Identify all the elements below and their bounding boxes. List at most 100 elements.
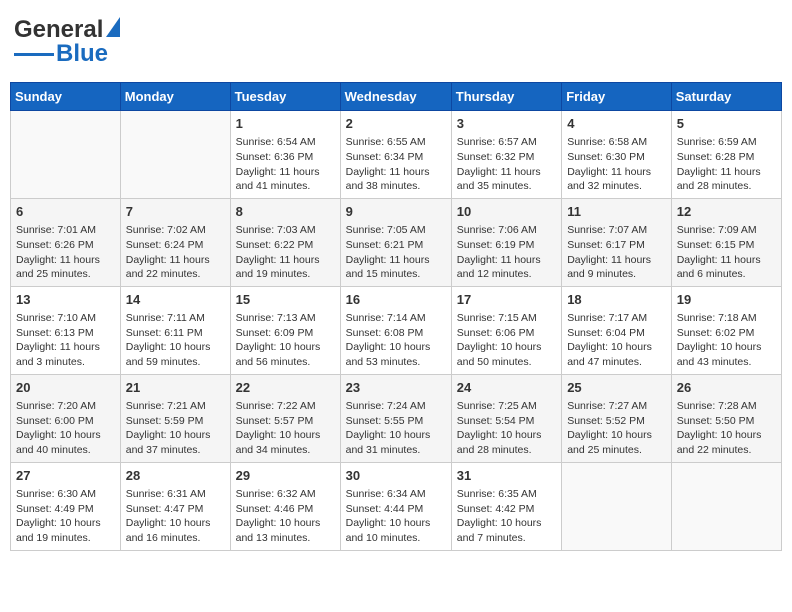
calendar-week-row: 20Sunrise: 7:20 AM Sunset: 6:00 PM Dayli…	[11, 374, 782, 462]
calendar-cell: 24 Sunrise: 7:25 AM Sunset: 5:54 PM Dayli…	[451, 374, 561, 462]
calendar-cell: 11Sunrise: 7:07 AM Sunset: 6:17 PM Dayli…	[562, 198, 672, 286]
calendar-cell: 20Sunrise: 7:20 AM Sunset: 6:00 PM Dayli…	[11, 374, 121, 462]
day-number: 20	[16, 379, 115, 397]
day-number: 15	[236, 291, 335, 309]
day-info: Sunrise: 7:03 AM Sunset: 6:22 PM Dayligh…	[236, 223, 335, 282]
day-info: Sunrise: 7:25 AM Sunset: 5:54 PM Dayligh…	[457, 399, 556, 458]
logo-blue: Blue	[56, 40, 108, 68]
calendar-cell: 8 Sunrise: 7:03 AM Sunset: 6:22 PM Daylig…	[230, 198, 340, 286]
day-number: 6	[16, 203, 115, 221]
calendar-cell	[562, 462, 672, 550]
day-info: Sunrise: 7:05 AM Sunset: 6:21 PM Dayligh…	[346, 223, 446, 282]
day-info: Sunrise: 6:59 AM Sunset: 6:28 PM Dayligh…	[677, 135, 776, 194]
calendar-cell: 16Sunrise: 7:14 AM Sunset: 6:08 PM Dayli…	[340, 286, 451, 374]
day-number: 27	[16, 467, 115, 485]
calendar-cell: 9 Sunrise: 7:05 AM Sunset: 6:21 PM Daylig…	[340, 198, 451, 286]
day-info: Sunrise: 6:30 AM Sunset: 4:49 PM Dayligh…	[16, 487, 115, 546]
calendar-cell: 15 Sunrise: 7:13 AM Sunset: 6:09 PM Dayli…	[230, 286, 340, 374]
calendar-cell: 26 Sunrise: 7:28 AM Sunset: 5:50 PM Dayli…	[671, 374, 781, 462]
day-number: 14	[126, 291, 225, 309]
day-header-wednesday: Wednesday	[340, 83, 451, 111]
calendar-cell: 30 Sunrise: 6:34 AM Sunset: 4:44 PM Dayli…	[340, 462, 451, 550]
calendar-cell: 23 Sunrise: 7:24 AM Sunset: 5:55 PM Dayli…	[340, 374, 451, 462]
page-header: General Blue	[10, 10, 782, 74]
day-header-friday: Friday	[562, 83, 672, 111]
calendar-week-row: 13 Sunrise: 7:10 AM Sunset: 6:13 PM Dayli…	[11, 286, 782, 374]
day-number: 10	[457, 203, 556, 221]
calendar-cell: 10Sunrise: 7:06 AM Sunset: 6:19 PM Dayli…	[451, 198, 561, 286]
day-info: Sunrise: 6:55 AM Sunset: 6:34 PM Dayligh…	[346, 135, 446, 194]
calendar-cell: 3 Sunrise: 6:57 AM Sunset: 6:32 PM Daylig…	[451, 111, 561, 199]
day-number: 5	[677, 115, 776, 133]
day-info: Sunrise: 7:21 AM Sunset: 5:59 PM Dayligh…	[126, 399, 225, 458]
calendar-cell: 14 Sunrise: 7:11 AM Sunset: 6:11 PM Dayli…	[120, 286, 230, 374]
calendar-cell	[120, 111, 230, 199]
day-number: 30	[346, 467, 446, 485]
calendar-cell: 31 Sunrise: 6:35 AM Sunset: 4:42 PM Dayli…	[451, 462, 561, 550]
day-number: 18	[567, 291, 666, 309]
calendar-header-row: SundayMondayTuesdayWednesdayThursdayFrid…	[11, 83, 782, 111]
day-header-monday: Monday	[120, 83, 230, 111]
day-info: Sunrise: 7:18 AM Sunset: 6:02 PM Dayligh…	[677, 311, 776, 370]
day-header-sunday: Sunday	[11, 83, 121, 111]
day-number: 9	[346, 203, 446, 221]
calendar-cell	[11, 111, 121, 199]
day-info: Sunrise: 6:57 AM Sunset: 6:32 PM Dayligh…	[457, 135, 556, 194]
day-number: 2	[346, 115, 446, 133]
day-number: 13	[16, 291, 115, 309]
day-number: 12	[677, 203, 776, 221]
calendar-table: SundayMondayTuesdayWednesdayThursdayFrid…	[10, 82, 782, 551]
calendar-cell: 25 Sunrise: 7:27 AM Sunset: 5:52 PM Dayli…	[562, 374, 672, 462]
calendar-cell: 1 Sunrise: 6:54 AM Sunset: 6:36 PM Daylig…	[230, 111, 340, 199]
day-info: Sunrise: 7:10 AM Sunset: 6:13 PM Dayligh…	[16, 311, 115, 370]
day-number: 26	[677, 379, 776, 397]
day-number: 19	[677, 291, 776, 309]
day-number: 4	[567, 115, 666, 133]
day-number: 7	[126, 203, 225, 221]
calendar-cell: 29Sunrise: 6:32 AM Sunset: 4:46 PM Dayli…	[230, 462, 340, 550]
day-info: Sunrise: 7:27 AM Sunset: 5:52 PM Dayligh…	[567, 399, 666, 458]
day-info: Sunrise: 6:35 AM Sunset: 4:42 PM Dayligh…	[457, 487, 556, 546]
calendar-cell: 6 Sunrise: 7:01 AM Sunset: 6:26 PM Daylig…	[11, 198, 121, 286]
day-info: Sunrise: 7:17 AM Sunset: 6:04 PM Dayligh…	[567, 311, 666, 370]
day-number: 24	[457, 379, 556, 397]
day-number: 3	[457, 115, 556, 133]
day-header-thursday: Thursday	[451, 83, 561, 111]
calendar-cell: 28 Sunrise: 6:31 AM Sunset: 4:47 PM Dayli…	[120, 462, 230, 550]
calendar-week-row: 6 Sunrise: 7:01 AM Sunset: 6:26 PM Daylig…	[11, 198, 782, 286]
calendar-cell: 22 Sunrise: 7:22 AM Sunset: 5:57 PM Dayli…	[230, 374, 340, 462]
day-info: Sunrise: 7:28 AM Sunset: 5:50 PM Dayligh…	[677, 399, 776, 458]
day-info: Sunrise: 7:07 AM Sunset: 6:17 PM Dayligh…	[567, 223, 666, 282]
day-info: Sunrise: 7:14 AM Sunset: 6:08 PM Dayligh…	[346, 311, 446, 370]
day-info: Sunrise: 6:58 AM Sunset: 6:30 PM Dayligh…	[567, 135, 666, 194]
day-info: Sunrise: 7:01 AM Sunset: 6:26 PM Dayligh…	[16, 223, 115, 282]
calendar-cell: 13 Sunrise: 7:10 AM Sunset: 6:13 PM Dayli…	[11, 286, 121, 374]
calendar-cell: 27 Sunrise: 6:30 AM Sunset: 4:49 PM Dayli…	[11, 462, 121, 550]
calendar-week-row: 1 Sunrise: 6:54 AM Sunset: 6:36 PM Daylig…	[11, 111, 782, 199]
day-number: 8	[236, 203, 335, 221]
logo: General Blue	[14, 16, 120, 68]
calendar-cell: 18 Sunrise: 7:17 AM Sunset: 6:04 PM Dayli…	[562, 286, 672, 374]
day-number: 22	[236, 379, 335, 397]
day-info: Sunrise: 7:11 AM Sunset: 6:11 PM Dayligh…	[126, 311, 225, 370]
day-number: 29	[236, 467, 335, 485]
day-info: Sunrise: 6:54 AM Sunset: 6:36 PM Dayligh…	[236, 135, 335, 194]
day-info: Sunrise: 6:34 AM Sunset: 4:44 PM Dayligh…	[346, 487, 446, 546]
calendar-cell: 17Sunrise: 7:15 AM Sunset: 6:06 PM Dayli…	[451, 286, 561, 374]
calendar-week-row: 27 Sunrise: 6:30 AM Sunset: 4:49 PM Dayli…	[11, 462, 782, 550]
calendar-cell: 7Sunrise: 7:02 AM Sunset: 6:24 PM Daylig…	[120, 198, 230, 286]
day-number: 31	[457, 467, 556, 485]
day-number: 23	[346, 379, 446, 397]
day-info: Sunrise: 6:31 AM Sunset: 4:47 PM Dayligh…	[126, 487, 225, 546]
day-number: 25	[567, 379, 666, 397]
calendar-cell	[671, 462, 781, 550]
day-info: Sunrise: 7:22 AM Sunset: 5:57 PM Dayligh…	[236, 399, 335, 458]
day-header-saturday: Saturday	[671, 83, 781, 111]
day-info: Sunrise: 7:24 AM Sunset: 5:55 PM Dayligh…	[346, 399, 446, 458]
calendar-cell: 4 Sunrise: 6:58 AM Sunset: 6:30 PM Daylig…	[562, 111, 672, 199]
day-info: Sunrise: 7:13 AM Sunset: 6:09 PM Dayligh…	[236, 311, 335, 370]
calendar-cell: 2 Sunrise: 6:55 AM Sunset: 6:34 PM Daylig…	[340, 111, 451, 199]
calendar-cell: 19 Sunrise: 7:18 AM Sunset: 6:02 PM Dayli…	[671, 286, 781, 374]
day-number: 28	[126, 467, 225, 485]
day-number: 1	[236, 115, 335, 133]
